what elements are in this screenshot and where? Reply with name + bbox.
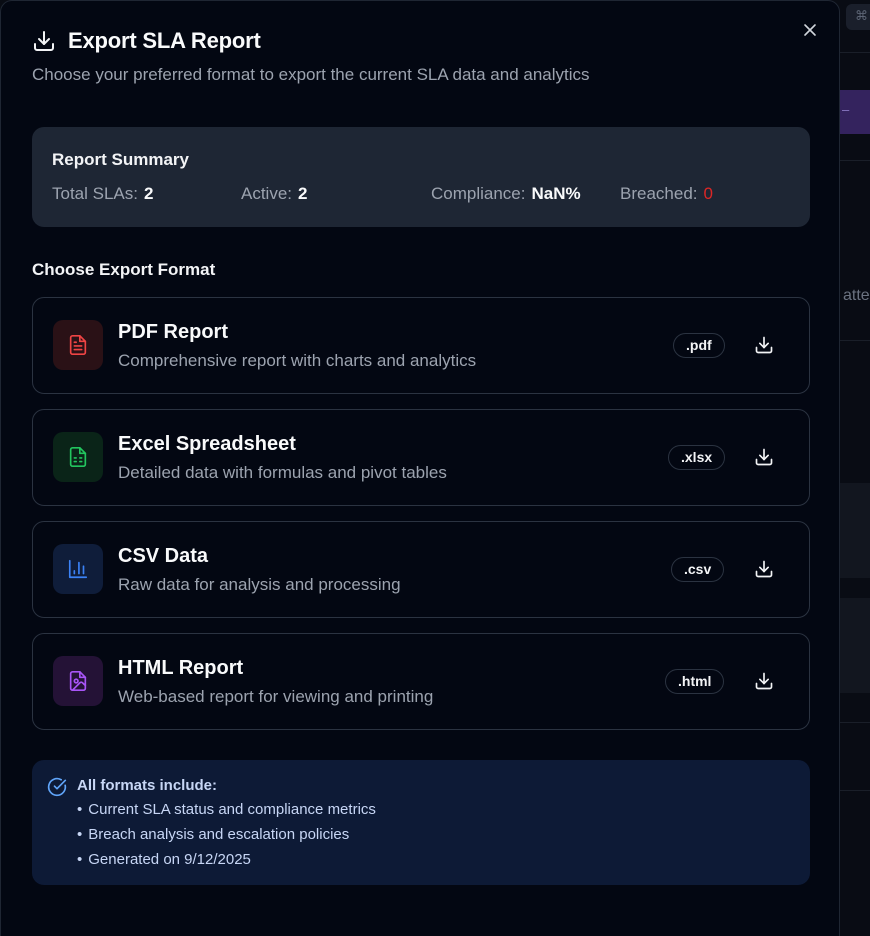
export-dialog: Export SLA Report Choose your preferred … <box>0 0 840 936</box>
check-circle-icon <box>47 777 67 797</box>
format-description: Raw data for analysis and processing <box>118 575 401 594</box>
background-card <box>838 598 870 693</box>
download-icon <box>755 672 773 690</box>
format-option-pdf[interactable]: PDF Report Comprehensive report with cha… <box>32 297 810 394</box>
stat-active: Active: 2 <box>241 184 308 204</box>
stat-label: Compliance: <box>431 184 526 203</box>
background-divider <box>838 722 870 723</box>
stat-value: 2 <box>298 184 308 203</box>
format-description: Web-based report for viewing and printin… <box>118 687 434 706</box>
csv-icon-badge <box>53 544 103 594</box>
background-text: atte <box>843 287 870 304</box>
stat-label: Breached: <box>620 184 698 203</box>
format-option-html[interactable]: HTML Report Web-based report for viewing… <box>32 633 810 730</box>
summary-title: Report Summary <box>52 150 189 169</box>
format-description: Comprehensive report with charts and ana… <box>118 351 477 370</box>
html-icon-badge <box>53 656 103 706</box>
dialog-header: Export SLA Report <box>32 28 261 54</box>
pdf-file-icon <box>69 335 87 355</box>
formats-heading: Choose Export Format <box>32 260 216 279</box>
stat-value: 2 <box>144 184 154 203</box>
stat-value: NaN% <box>531 184 581 203</box>
list-item: Breach analysis and escalation policies <box>77 826 376 851</box>
bar-chart-icon <box>68 559 88 579</box>
dialog-subtitle: Choose your preferred format to export t… <box>32 65 590 84</box>
download-icon <box>34 31 54 51</box>
background-divider <box>838 790 870 791</box>
stat-label: Total SLAs: <box>52 184 138 203</box>
format-name: HTML Report <box>118 657 244 679</box>
excel-icon-badge <box>53 432 103 482</box>
spreadsheet-file-icon <box>69 447 87 467</box>
download-pdf-button[interactable] <box>753 334 775 356</box>
background-divider <box>838 340 870 341</box>
stat-breached: Breached: 0 <box>620 184 713 204</box>
report-summary-card: Report Summary Total SLAs: 2 Active: 2 Com… <box>32 127 810 227</box>
download-icon <box>755 448 773 466</box>
background-highlight: – <box>838 90 870 134</box>
info-title: All formats include: <box>77 777 218 794</box>
close-icon <box>804 24 816 36</box>
download-excel-button[interactable] <box>753 446 775 468</box>
keyboard-shortcut-hint: ⌘ <box>846 4 870 30</box>
download-icon <box>755 560 773 578</box>
pdf-icon-badge <box>53 320 103 370</box>
background-divider <box>838 160 870 161</box>
background-card <box>838 483 870 578</box>
close-button[interactable] <box>799 19 821 41</box>
format-name: PDF Report <box>118 321 228 343</box>
format-name: CSV Data <box>118 545 209 567</box>
format-extension-badge: .pdf <box>673 333 725 358</box>
download-html-button[interactable] <box>753 670 775 692</box>
format-option-csv[interactable]: CSV Data Raw data for analysis and proce… <box>32 521 810 618</box>
format-description: Detailed data with formulas and pivot ta… <box>118 463 447 482</box>
download-icon <box>755 336 773 354</box>
format-extension-badge: .csv <box>671 557 725 582</box>
info-list: Current SLA status and compliance metric… <box>77 801 376 876</box>
format-name: Excel Spreadsheet <box>118 433 296 455</box>
stat-total-slas: Total SLAs: 2 <box>52 184 153 204</box>
format-extension-badge: .html <box>665 669 725 694</box>
list-item: Generated on 9/12/2025 <box>77 851 376 876</box>
format-extension-badge: .xlsx <box>668 445 726 470</box>
dialog-title: Export SLA Report <box>68 28 261 53</box>
format-option-excel[interactable]: Excel Spreadsheet Detailed data with for… <box>32 409 810 506</box>
download-csv-button[interactable] <box>753 558 775 580</box>
list-item: Current SLA status and compliance metric… <box>77 801 376 826</box>
background-divider <box>838 52 870 53</box>
info-callout: All formats include: Current SLA status … <box>32 760 810 885</box>
stat-compliance: Compliance: NaN% <box>431 184 581 204</box>
image-file-icon <box>69 671 87 691</box>
stat-label: Active: <box>241 184 293 203</box>
stat-value: 0 <box>703 184 713 203</box>
